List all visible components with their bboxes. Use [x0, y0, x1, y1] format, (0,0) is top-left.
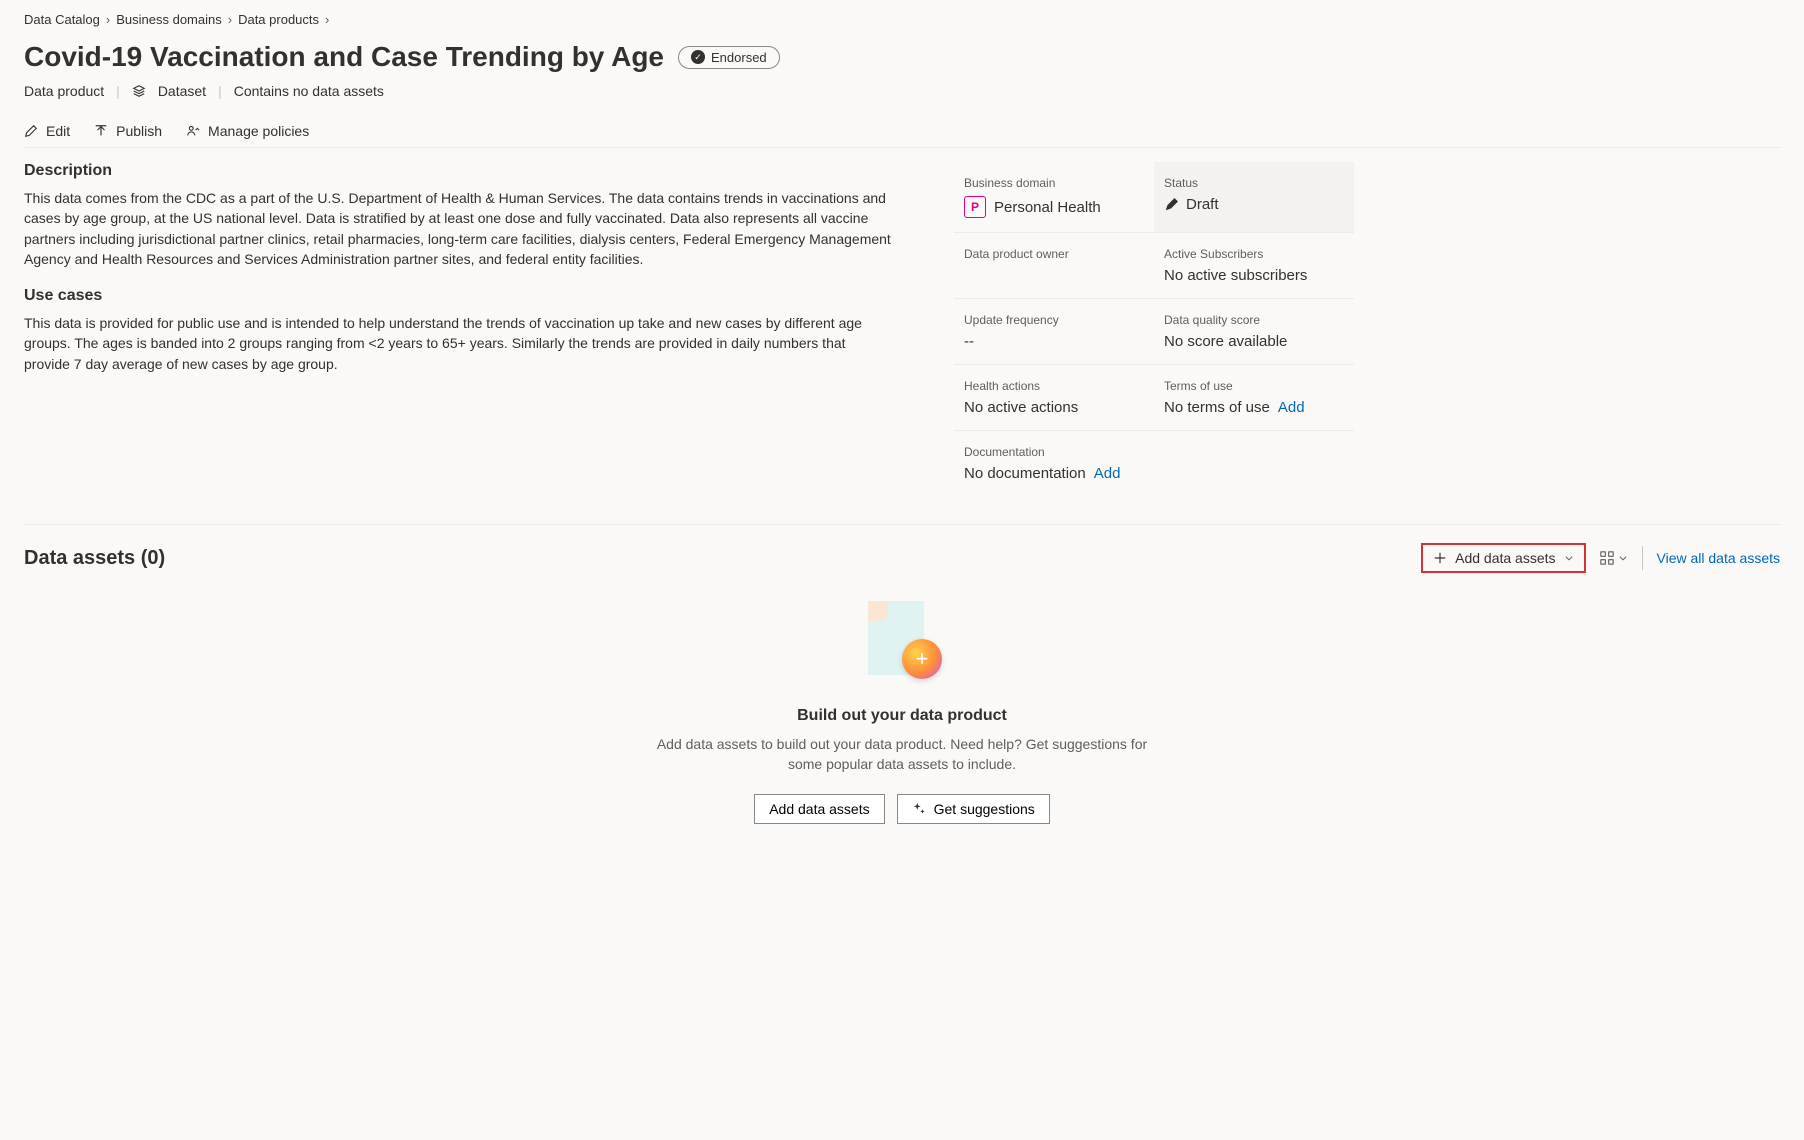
add-docs-link[interactable]: Add: [1094, 465, 1121, 482]
assets-note: Contains no data assets: [234, 83, 384, 99]
actions-toolbar: Edit Publish Manage policies: [24, 115, 1780, 148]
endorsed-label: Endorsed: [711, 50, 767, 65]
plus-icon: [1433, 551, 1447, 565]
page-title: Covid-19 Vaccination and Case Trending b…: [24, 41, 664, 73]
publish-button[interactable]: Publish: [94, 123, 162, 139]
upload-icon: [94, 124, 108, 138]
endorsed-icon: [691, 50, 705, 64]
view-all-data-assets-link[interactable]: View all data assets: [1657, 550, 1780, 566]
description-heading: Description: [24, 162, 894, 180]
plus-circle-icon: +: [902, 639, 942, 679]
chevron-down-icon: [1564, 553, 1574, 563]
breadcrumb-item[interactable]: Data products: [238, 12, 319, 27]
use-cases-heading: Use cases: [24, 287, 894, 305]
subheader: Data product | Dataset | Contains no dat…: [24, 83, 1780, 99]
meta-dq-score: Data quality score No score available: [1154, 299, 1354, 365]
kind-label: Data product: [24, 83, 104, 99]
type-label: Dataset: [158, 83, 206, 99]
empty-state: + Build out your data product Add data a…: [642, 601, 1162, 824]
metadata-panel: Business domain P Personal Health Status…: [954, 162, 1354, 496]
description-body: This data comes from the CDC as a part o…: [24, 188, 894, 269]
dataset-icon: [132, 84, 146, 98]
breadcrumb-item[interactable]: Business domains: [116, 12, 222, 27]
meta-business-domain: Business domain P Personal Health: [954, 162, 1154, 233]
sparkle-icon: [912, 802, 926, 816]
empty-illustration: +: [862, 601, 942, 681]
divider: [24, 524, 1780, 525]
meta-terms: Terms of use No terms of use Add: [1154, 365, 1354, 431]
add-data-assets-button[interactable]: Add data assets: [1421, 543, 1585, 573]
meta-owner: Data product owner: [954, 233, 1154, 299]
draft-icon: [1164, 198, 1178, 212]
pencil-icon: [24, 124, 38, 138]
get-suggestions-button[interactable]: Get suggestions: [897, 794, 1050, 824]
chevron-right-icon: ›: [228, 12, 232, 27]
view-grid-toggle[interactable]: [1600, 551, 1628, 565]
manage-policies-button[interactable]: Manage policies: [186, 123, 309, 139]
empty-subtitle: Add data assets to build out your data p…: [642, 735, 1162, 774]
add-terms-link[interactable]: Add: [1278, 399, 1305, 416]
data-assets-heading: Data assets (0): [24, 547, 165, 570]
chevron-down-icon: [1618, 553, 1628, 563]
domain-tile-icon: P: [964, 196, 986, 218]
meta-subscribers: Active Subscribers No active subscribers: [1154, 233, 1354, 299]
use-cases-body: This data is provided for public use and…: [24, 313, 894, 374]
meta-status: Status Draft: [1154, 162, 1354, 233]
chevron-right-icon: ›: [106, 12, 110, 27]
meta-update-frequency: Update frequency --: [954, 299, 1154, 365]
endorsed-badge: Endorsed: [678, 46, 780, 69]
breadcrumb-item[interactable]: Data Catalog: [24, 12, 100, 27]
meta-health-actions: Health actions No active actions: [954, 365, 1154, 431]
add-data-assets-empty-button[interactable]: Add data assets: [754, 794, 884, 824]
meta-documentation: Documentation No documentation Add: [954, 431, 1354, 496]
grid-icon: [1600, 551, 1614, 565]
edit-button[interactable]: Edit: [24, 123, 70, 139]
chevron-right-icon: ›: [325, 12, 329, 27]
people-icon: [186, 124, 200, 138]
breadcrumb: Data Catalog › Business domains › Data p…: [24, 12, 1780, 27]
empty-title: Build out your data product: [642, 707, 1162, 725]
